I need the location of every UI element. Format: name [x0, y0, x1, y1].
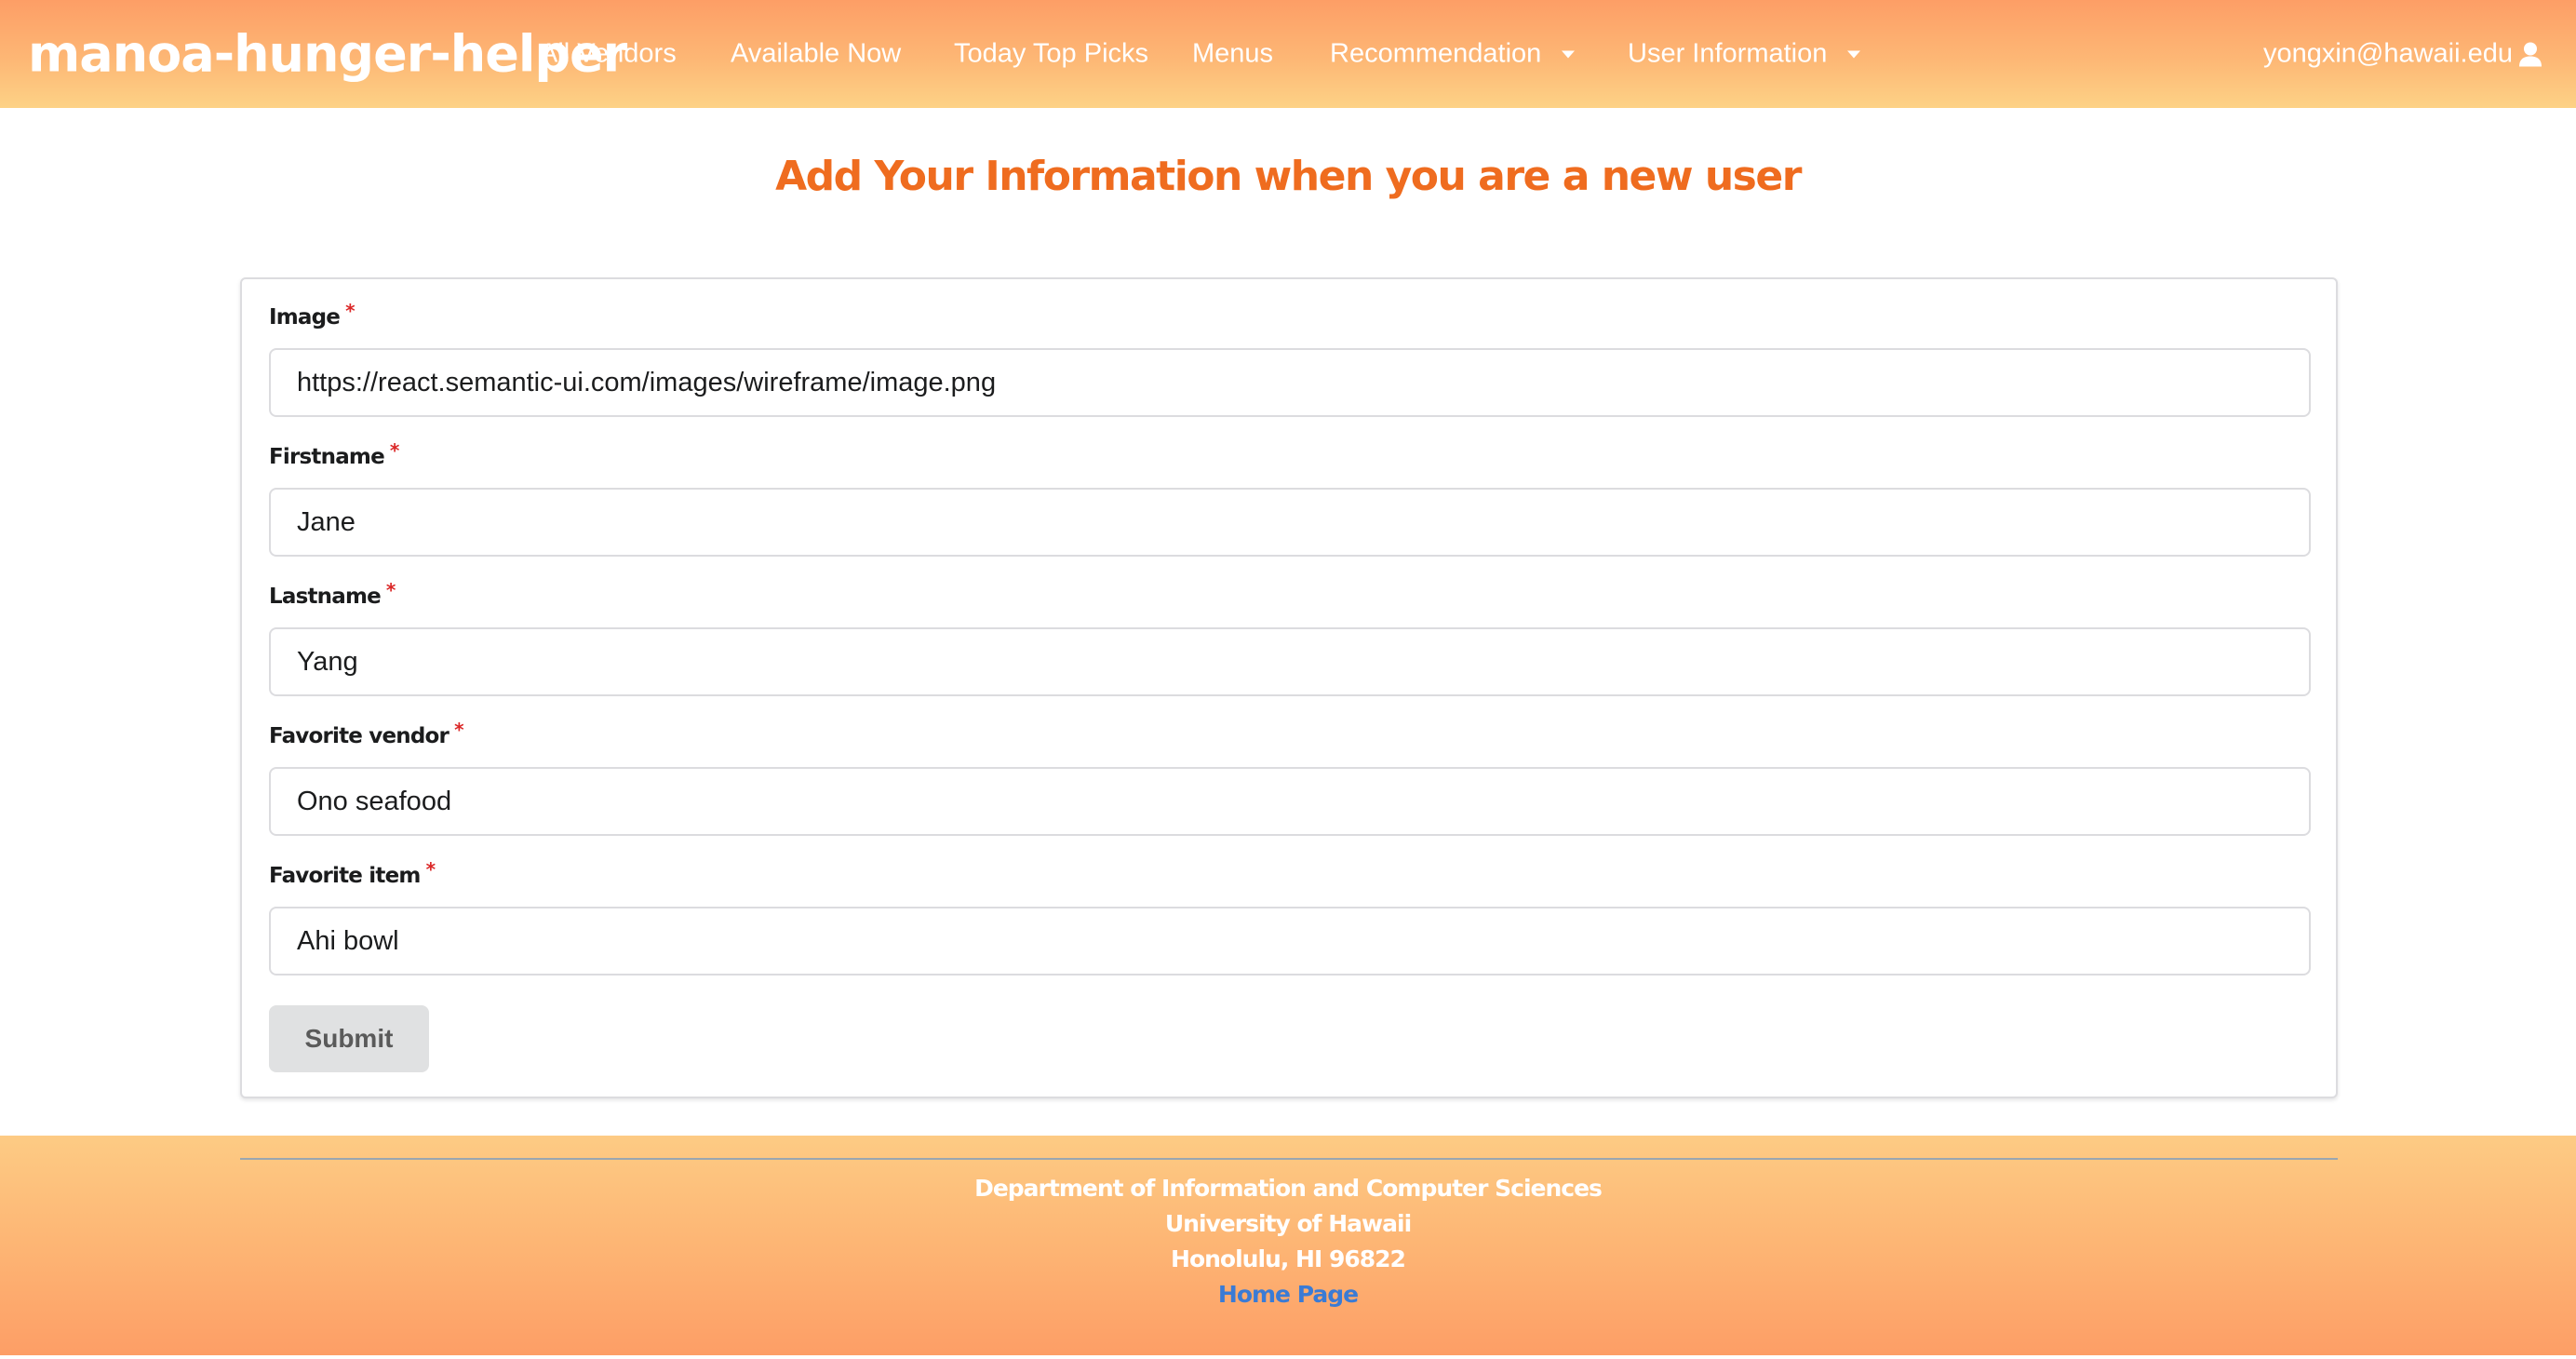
required-marker: *: [454, 719, 463, 741]
footer-bottom-edge: [0, 1355, 2576, 1359]
required-marker: *: [385, 579, 396, 601]
user-info-form: Image* Firstname* Lastname* Favorite ven…: [240, 277, 2338, 1098]
footer-department: Department of Information and Computer S…: [974, 1175, 1603, 1202]
user-icon: [2518, 41, 2542, 67]
image-field-label: Image *: [269, 300, 356, 330]
chevron-down-icon: [1562, 50, 1576, 59]
favorite-item-input[interactable]: [269, 907, 2311, 976]
firstname-field-label: Firstname *: [269, 439, 399, 469]
lastname-field-label: Lastname *: [269, 579, 396, 609]
required-marker: *: [425, 858, 436, 881]
nav-user-information-dropdown[interactable]: User Information: [1628, 38, 1861, 70]
footer-link-row: Home Page: [0, 1281, 2576, 1308]
favorite-vendor-label-text: Favorite vendor: [269, 724, 449, 748]
firstname-input[interactable]: [269, 488, 2311, 557]
user-email: yongxin@hawaii.edu: [2262, 38, 2513, 69]
nav-all-vendors[interactable]: All Vendors: [540, 39, 677, 70]
image-label-text: Image: [269, 305, 341, 330]
top-navbar: manoa-hunger-helper All Vendors Availabl…: [0, 0, 2576, 108]
nav-menus-label: Menus: [1192, 38, 1274, 69]
footer-address: Honolulu, HI 96822: [1171, 1245, 1406, 1272]
nav-user-information-label: User Information: [1628, 38, 1828, 69]
user-account-menu[interactable]: yongxin@hawaii.edu: [2263, 39, 2542, 70]
nav-recommendation-label: Recommendation: [1330, 38, 1542, 69]
submit-button[interactable]: Submit: [269, 1005, 429, 1072]
footer-university: University of Hawaii: [1164, 1210, 1412, 1237]
favorite-item-field-label: Favorite item *: [269, 858, 436, 888]
brand-logo[interactable]: manoa-hunger-helper: [28, 25, 627, 84]
nav-menus[interactable]: Menus: [1192, 39, 1273, 70]
nav-available-now[interactable]: Available Now: [731, 39, 901, 70]
nav-recommendation-dropdown[interactable]: Recommendation: [1330, 38, 1576, 70]
firstname-label-text: Firstname: [269, 445, 385, 469]
favorite-vendor-input[interactable]: [269, 767, 2311, 836]
chevron-down-icon: [1847, 50, 1861, 59]
nav-today-top-picks-label: Today Top Picks: [954, 38, 1149, 69]
page-footer: Department of Information and Computer S…: [0, 1136, 2576, 1355]
lastname-label-text: Lastname: [269, 585, 382, 609]
page-title: Add Your Information when you are a new …: [775, 153, 1802, 200]
favorite-vendor-field-label: Favorite vendor *: [269, 719, 464, 748]
nav-available-now-label: Available Now: [731, 38, 902, 69]
required-marker: *: [345, 300, 355, 322]
lastname-input[interactable]: [269, 627, 2311, 696]
nav-today-top-picks[interactable]: Today Top Picks: [954, 39, 1148, 70]
favorite-item-label-text: Favorite item: [269, 864, 421, 888]
image-url-input[interactable]: [269, 348, 2311, 417]
footer-divider: [240, 1158, 2338, 1160]
required-marker: *: [389, 439, 399, 462]
home-page-link[interactable]: Home Page: [1218, 1281, 1359, 1308]
nav-all-vendors-label: All Vendors: [540, 38, 677, 69]
